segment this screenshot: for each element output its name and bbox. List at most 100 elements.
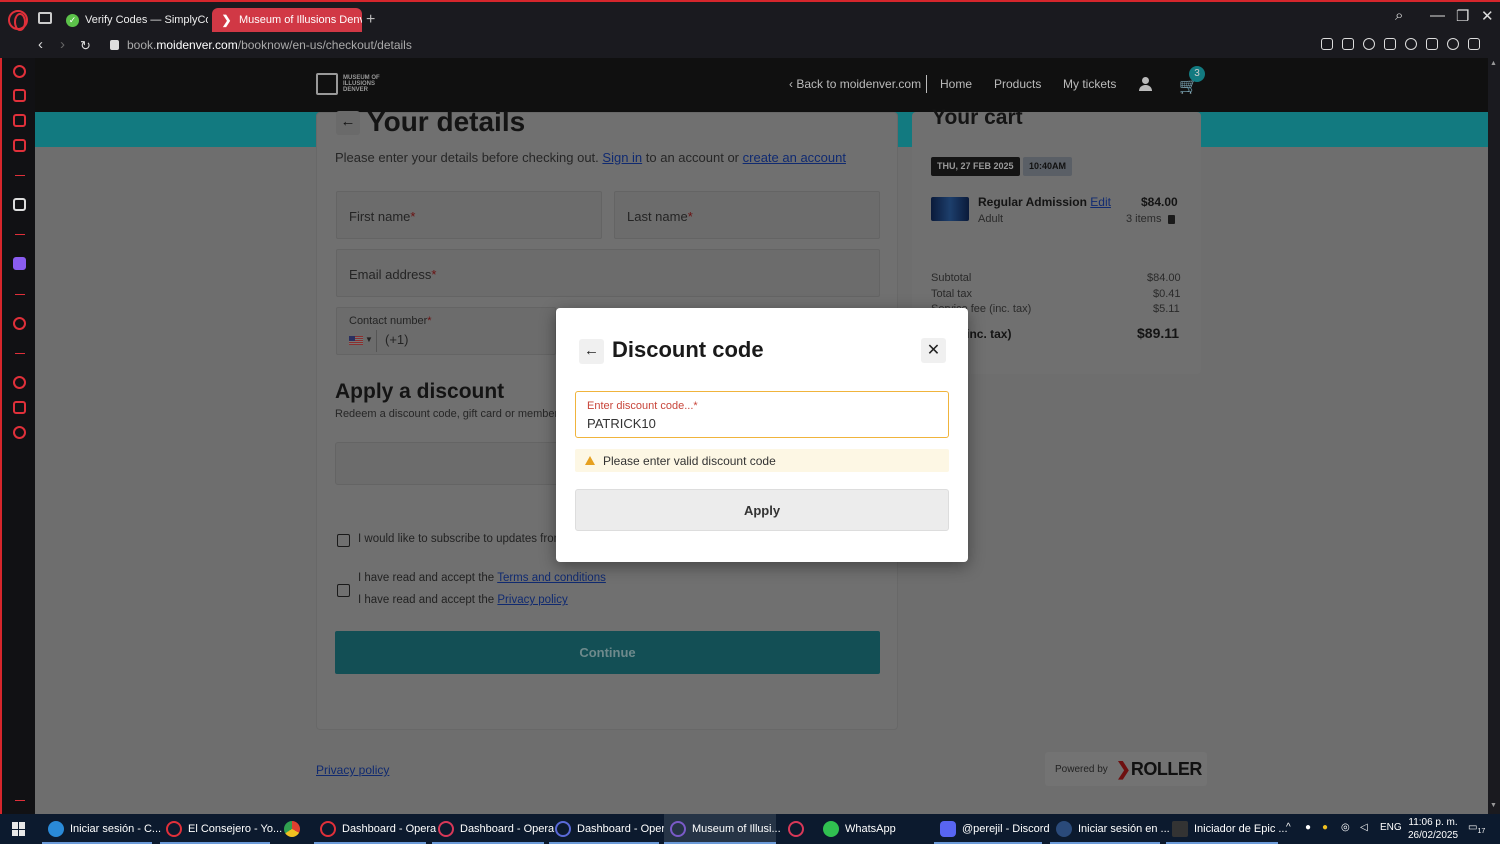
address-bar: ‹ › ↻ book.moidenver.com/booknow/en-us/c… bbox=[0, 34, 1500, 86]
opera-icon bbox=[788, 821, 804, 837]
page-scrollbar[interactable]: ▲ ▼ bbox=[1488, 58, 1500, 814]
search-tabs-icon[interactable]: ⌕ bbox=[1395, 7, 1403, 24]
chevron-down-icon[interactable]: ▼ bbox=[365, 335, 373, 344]
nav-my-tickets[interactable]: My tickets bbox=[1063, 77, 1116, 91]
time-badge: 10:40AM bbox=[1023, 157, 1073, 176]
chatgpt-icon[interactable] bbox=[13, 198, 26, 211]
edit-icon[interactable] bbox=[1321, 38, 1333, 50]
settings-icon[interactable] bbox=[13, 426, 26, 439]
forward-icon[interactable]: › bbox=[60, 36, 65, 53]
tab-museum-of-illusions[interactable]: ❯ Museum of Illusions Denv bbox=[212, 8, 362, 32]
contact-number-field[interactable]: Contact number* ▼ (+1) bbox=[336, 307, 556, 355]
warning-icon bbox=[585, 456, 595, 465]
taskbar-chrome[interactable] bbox=[278, 814, 308, 844]
terms-link[interactable]: Terms and conditions bbox=[497, 572, 606, 584]
discount-code-field[interactable]: Enter discount code...* bbox=[575, 391, 949, 438]
discount-code-input[interactable] bbox=[587, 416, 927, 431]
site-header: MUSEUM OF ILLUSIONS DENVER ‹ Back to moi… bbox=[35, 58, 1488, 112]
system-clock[interactable]: 11:06 p. m. 26/02/2025 bbox=[1408, 816, 1458, 842]
modal-back-icon[interactable]: ← bbox=[579, 339, 604, 364]
new-tab-button[interactable]: + bbox=[366, 11, 375, 29]
workspace-icon[interactable] bbox=[13, 89, 26, 102]
footer-privacy-link[interactable]: Privacy policy bbox=[316, 763, 389, 777]
taskbar-opera[interactable] bbox=[782, 814, 812, 844]
epic-games-icon bbox=[1172, 821, 1188, 837]
scroll-up-icon[interactable]: ▲ bbox=[1490, 60, 1497, 67]
taskbar-museum-of-illusions[interactable]: Museum of Illusi... bbox=[664, 814, 781, 844]
discount-subtitle: Redeem a discount code, gift card or mem… bbox=[335, 408, 559, 420]
more-icon[interactable] bbox=[15, 800, 25, 801]
sign-in-link[interactable]: Sign in bbox=[602, 150, 642, 165]
edit-link[interactable]: Edit bbox=[1090, 195, 1111, 209]
microphone-icon[interactable]: ● bbox=[1305, 822, 1311, 833]
subtotal-value: $84.00 bbox=[1147, 272, 1181, 284]
scroll-down-icon[interactable]: ▼ bbox=[1490, 802, 1497, 809]
gx-icon[interactable] bbox=[13, 769, 26, 782]
network-icon[interactable]: ◎ bbox=[1341, 822, 1350, 833]
language-indicator[interactable]: ENG bbox=[1380, 822, 1402, 833]
cube-icon[interactable] bbox=[13, 401, 26, 414]
messenger-icon[interactable] bbox=[13, 114, 26, 127]
url-field[interactable]: book.moidenver.com/booknow/en-us/checkou… bbox=[127, 38, 412, 52]
tab-verify-codes[interactable]: ✓ Verify Codes — SimplyCo bbox=[58, 8, 208, 32]
create-account-link[interactable]: create an account bbox=[743, 150, 846, 165]
taskbar-dashboard-opera-1[interactable]: Dashboard - Opera bbox=[314, 814, 436, 844]
snapshot-icon[interactable] bbox=[38, 12, 52, 24]
taskbar-opera-youtube[interactable]: El Consejero - Yo... bbox=[160, 814, 282, 844]
roller-logo: ❯ROLLER bbox=[1115, 758, 1203, 779]
minimize-icon[interactable]: — bbox=[1430, 7, 1445, 24]
taskbar-dashboard-opera-2[interactable]: Dashboard - Opera bbox=[432, 814, 554, 844]
volume-icon[interactable]: ◁ bbox=[1360, 822, 1368, 833]
trash-icon[interactable] bbox=[1168, 215, 1175, 224]
send-icon[interactable] bbox=[1384, 38, 1396, 50]
taskbar-steam[interactable]: Iniciar sesión en ... bbox=[1050, 814, 1170, 844]
taskbar-dashboard-opera-3[interactable]: Dashboard - Opera bbox=[549, 814, 671, 844]
chrome-tray-icon[interactable]: ● bbox=[1322, 822, 1328, 833]
taskbar-whatsapp[interactable]: WhatsApp bbox=[817, 814, 917, 844]
heart-icon[interactable] bbox=[1405, 38, 1417, 50]
privacy-policy-link[interactable]: Privacy policy bbox=[497, 594, 567, 606]
opera-icon bbox=[555, 821, 571, 837]
email-field[interactable]: Email address* bbox=[336, 249, 880, 297]
powered-by-roller[interactable]: Powered by ❯ROLLER bbox=[1045, 752, 1207, 786]
close-window-icon[interactable]: ✕ bbox=[1481, 7, 1494, 25]
gmail-icon[interactable] bbox=[13, 139, 26, 152]
opera-menu-icon[interactable] bbox=[8, 10, 28, 31]
extensions-icon[interactable] bbox=[1426, 38, 1438, 50]
discount-code-button[interactable] bbox=[335, 442, 575, 485]
continue-button[interactable]: Continue bbox=[335, 631, 880, 674]
tray-chevron-icon[interactable]: ^ bbox=[1286, 822, 1291, 833]
apply-button[interactable]: Apply bbox=[575, 489, 949, 531]
maximize-icon[interactable]: ❐ bbox=[1456, 7, 1469, 25]
player-icon[interactable] bbox=[13, 317, 26, 330]
nav-products[interactable]: Products bbox=[994, 77, 1041, 91]
last-name-field[interactable]: Last name* bbox=[614, 191, 880, 239]
close-icon[interactable]: ✕ bbox=[921, 338, 946, 363]
edge-icon bbox=[48, 821, 64, 837]
notification-icon[interactable]: ▭17 bbox=[1468, 822, 1485, 835]
vpn-icon[interactable] bbox=[1363, 38, 1375, 50]
terms-label: I have read and accept the Terms and con… bbox=[358, 572, 606, 584]
back-arrow-icon[interactable]: ← bbox=[336, 111, 360, 135]
twitch-icon[interactable] bbox=[13, 257, 26, 270]
history-icon[interactable] bbox=[13, 376, 26, 389]
us-flag-icon[interactable] bbox=[349, 336, 363, 345]
menu-icon[interactable] bbox=[1468, 38, 1480, 50]
account-icon[interactable] bbox=[1139, 77, 1153, 91]
divider bbox=[15, 353, 25, 354]
camera-icon[interactable] bbox=[1342, 38, 1354, 50]
taskbar-edge[interactable]: Iniciar sesión - C... bbox=[42, 814, 161, 844]
windows-start-icon[interactable] bbox=[12, 822, 26, 836]
back-icon[interactable]: ‹ bbox=[38, 36, 43, 53]
taskbar-epic[interactable]: Iniciador de Epic ... bbox=[1166, 814, 1288, 844]
taskbar-discord[interactable]: @perejil - Discord bbox=[934, 814, 1050, 844]
museum-logo[interactable]: MUSEUM OF ILLUSIONS DENVER bbox=[316, 73, 380, 95]
terms-checkbox[interactable] bbox=[337, 584, 350, 597]
aria-icon[interactable] bbox=[13, 65, 26, 78]
back-to-site-link[interactable]: ‹ Back to moidenver.com bbox=[789, 77, 921, 91]
reload-icon[interactable]: ↻ bbox=[80, 38, 91, 54]
nav-home[interactable]: Home bbox=[940, 77, 972, 91]
first-name-field[interactable]: First name* bbox=[336, 191, 602, 239]
subscribe-checkbox[interactable] bbox=[337, 534, 350, 547]
profile-icon[interactable] bbox=[1447, 38, 1459, 50]
